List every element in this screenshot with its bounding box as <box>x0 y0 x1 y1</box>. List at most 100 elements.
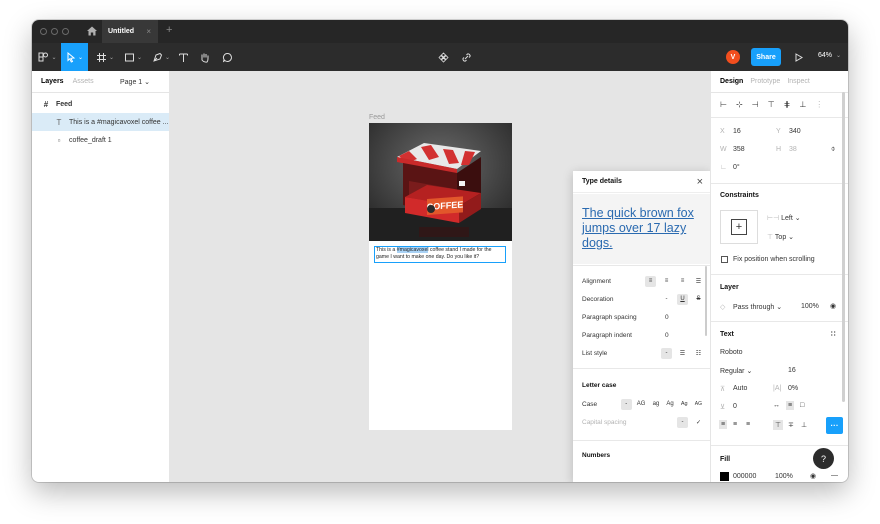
vertical-align-bottom-icon[interactable]: ⊥ <box>801 421 807 429</box>
link-button[interactable] <box>458 43 474 71</box>
bullet-list-icon[interactable]: ☰ <box>677 348 688 359</box>
vertical-constraint-dropdown[interactable]: ⊤ Top ⌄ <box>767 233 794 241</box>
horizontal-constraint-dropdown[interactable]: ⊢⊣ Left ⌄ <box>767 214 801 222</box>
tab-layers[interactable]: Layers <box>41 78 64 85</box>
close-window-button[interactable] <box>40 28 47 35</box>
user-avatar[interactable]: V <box>726 50 740 64</box>
case-none-button[interactable]: - <box>620 398 632 410</box>
main-menu-button[interactable]: ⌄ <box>36 43 58 71</box>
present-button[interactable] <box>790 43 806 71</box>
no-decoration-button[interactable]: - <box>661 294 672 305</box>
align-center-icon[interactable]: ≡ <box>661 276 672 287</box>
hand-tool-button[interactable] <box>196 43 212 71</box>
selected-text-layer[interactable]: This is a #magicavoxel coffee stand I ma… <box>374 246 506 263</box>
align-vertical-center-icon[interactable]: ⋕ <box>784 100 791 109</box>
close-icon[interactable]: × <box>697 176 703 188</box>
align-justify-icon[interactable]: ☰ <box>693 276 704 287</box>
blend-mode-dropdown[interactable]: Pass through ⌄ <box>733 303 782 311</box>
align-left-icon[interactable]: ≡ <box>645 275 656 287</box>
paragraph-spacing-input[interactable]: 0 <box>665 314 669 321</box>
share-button[interactable]: Share <box>751 48 781 66</box>
auto-height-icon[interactable]: ≡ <box>786 401 795 410</box>
font-family-dropdown[interactable]: Roboto <box>720 349 743 356</box>
constrain-proportions-icon[interactable]: ⌽ <box>831 146 835 154</box>
align-right-icon[interactable]: ≡ <box>677 276 688 287</box>
font-weight-dropdown[interactable]: Regular ⌄ <box>720 367 752 375</box>
zoom-dropdown[interactable]: 64% ⌄ <box>818 52 841 59</box>
remove-fill-icon[interactable]: — <box>831 472 838 479</box>
layer-row-text[interactable]: T This is a #magicavoxel coffee ... <box>32 113 169 131</box>
no-list-button[interactable]: - <box>661 347 672 359</box>
font-size-input[interactable]: 16 <box>788 367 796 374</box>
paragraph-spacing-input[interactable]: 0 <box>733 403 737 410</box>
constraint-widget[interactable]: + <box>720 210 758 244</box>
fill-opacity-input[interactable]: 100% <box>775 473 793 480</box>
text-align-right-icon[interactable]: ≡ <box>746 421 750 428</box>
tab-assets[interactable]: Assets <box>73 78 94 85</box>
shape-tool-button[interactable]: ⌄ <box>120 43 146 71</box>
y-input[interactable]: 340 <box>789 128 801 135</box>
layer-row-image[interactable]: ▫ coffee_draft 1 <box>32 131 169 149</box>
case-lower-button[interactable]: ag <box>650 399 661 410</box>
layer-opacity[interactable]: 100% <box>801 303 819 310</box>
eye-icon[interactable]: ◉ <box>830 302 836 310</box>
align-horizontal-center-icon[interactable]: ⊹ <box>736 100 743 109</box>
case-small-caps-button[interactable]: Ag <box>679 399 690 410</box>
case-title-button[interactable]: Ag <box>664 399 675 410</box>
frame-label[interactable]: Feed <box>369 114 385 121</box>
canvas[interactable]: Feed COFFEE This is a #magicavoxel coffe… <box>170 71 710 482</box>
scrollbar[interactable] <box>705 266 707 336</box>
properties-scrollbar[interactable] <box>842 92 845 402</box>
distribute-icon[interactable]: ⋮ <box>815 100 823 109</box>
check-icon[interactable]: ✓ <box>693 417 704 428</box>
fixed-size-icon[interactable]: □ <box>800 402 804 409</box>
line-height-input[interactable]: Auto <box>733 385 747 392</box>
numbered-list-icon[interactable]: ☷ <box>693 348 704 359</box>
help-button[interactable]: ? <box>813 448 834 469</box>
eye-icon[interactable]: ◉ <box>810 472 816 480</box>
vertical-align-middle-icon[interactable]: ∓ <box>788 421 794 429</box>
text-align-center-icon[interactable]: ≡ <box>733 421 737 428</box>
comment-tool-button[interactable] <box>219 43 235 71</box>
move-tool-button[interactable]: ⌄ <box>61 43 88 71</box>
w-input[interactable]: 358 <box>733 146 745 153</box>
strikethrough-icon[interactable]: S <box>693 294 704 305</box>
type-details-button[interactable]: ··· <box>826 417 843 434</box>
capital-spacing-off[interactable]: - <box>677 416 688 428</box>
align-bottom-icon[interactable]: ⊥ <box>799 100 806 109</box>
page-selector[interactable]: Page 1 ⌄ <box>120 78 150 86</box>
paragraph-indent-input[interactable]: 0 <box>665 332 669 339</box>
minimize-window-button[interactable] <box>51 28 58 35</box>
letter-spacing-input[interactable]: 0% <box>788 385 798 392</box>
home-icon[interactable] <box>86 25 98 37</box>
layer-row-feed[interactable]: # Feed <box>32 95 169 113</box>
underline-icon[interactable]: U <box>677 293 688 305</box>
fix-position-checkbox[interactable] <box>721 256 728 263</box>
close-tab-icon[interactable]: × <box>146 27 151 36</box>
case-small-caps-upper-button[interactable]: AG <box>693 399 704 410</box>
coffee-stand-image[interactable]: COFFEE <box>369 123 512 241</box>
tab-prototype[interactable]: Prototype <box>750 78 780 85</box>
align-top-icon[interactable]: ⊤ <box>768 100 775 109</box>
file-tab[interactable]: Untitled × <box>102 20 158 43</box>
components-button[interactable] <box>435 43 451 71</box>
align-right-icon[interactable]: ⊣ <box>752 100 759 109</box>
maximize-window-button[interactable] <box>62 28 69 35</box>
tab-design[interactable]: Design <box>720 78 743 85</box>
fill-color-swatch[interactable] <box>720 472 729 481</box>
case-upper-button[interactable]: AG <box>635 399 648 410</box>
x-input[interactable]: 16 <box>733 128 741 135</box>
new-tab-button[interactable]: + <box>166 24 172 36</box>
vertical-align-top-icon[interactable]: ⊤ <box>773 420 784 430</box>
text-tool-button[interactable] <box>175 43 191 71</box>
align-left-icon[interactable]: ⊢ <box>720 100 727 109</box>
rotation-input[interactable]: 0° <box>733 164 740 171</box>
tab-inspect[interactable]: Inspect <box>787 78 810 85</box>
h-input[interactable]: 38 <box>789 146 797 153</box>
frame-tool-button[interactable]: ⌄ <box>92 43 118 71</box>
feed-frame[interactable]: COFFEE This is a #magicavoxel coffee sta… <box>369 123 512 430</box>
text-styles-icon[interactable]: ∷ <box>831 330 835 338</box>
text-align-left-icon[interactable]: ≡ <box>719 420 728 429</box>
pen-tool-button[interactable]: ⌄ <box>148 43 174 71</box>
fill-hex-input[interactable]: 000000 <box>733 473 756 480</box>
